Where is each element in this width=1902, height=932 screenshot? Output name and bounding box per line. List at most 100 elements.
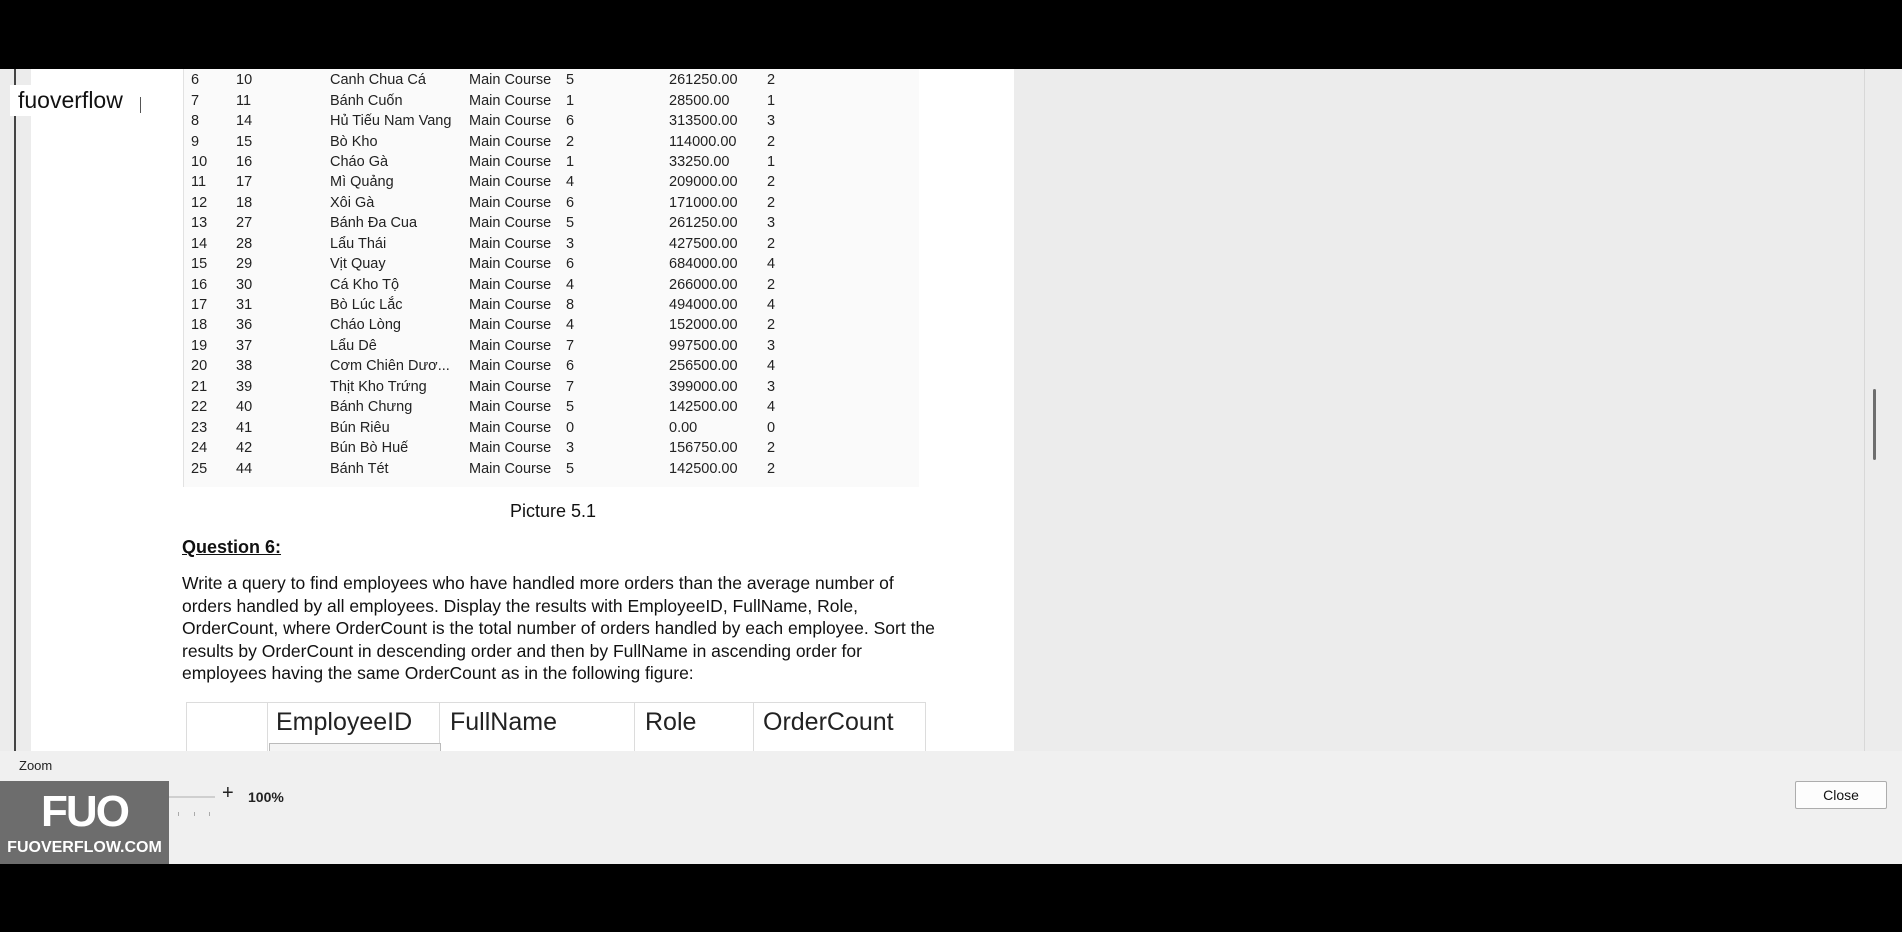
table-cell: 3 (566, 235, 575, 252)
table-cell: 2 (767, 133, 776, 150)
table-cell: 19 (191, 337, 208, 354)
table-cell: 7 (566, 337, 575, 354)
table-cell: Main Course (469, 419, 552, 436)
table-row: 11 17 Mì Quảng Main Course 4 209000.00 2 (183, 172, 917, 192)
table-cell: 1 (566, 92, 575, 109)
table-row: 12 18 Xôi Gà Main Course 6 171000.00 2 (183, 193, 917, 213)
zoom-label: Zoom (19, 758, 53, 773)
table-cell: Main Course (469, 256, 552, 273)
table-cell: 27 (236, 215, 253, 232)
table-cell: 17 (236, 174, 253, 191)
table-cell: Cá Kho Tộ (330, 276, 400, 293)
table-cell: 9 (191, 133, 200, 150)
table-cell: 11 (236, 92, 252, 109)
header-employeeid: EmployeeID (276, 708, 413, 736)
table-cell: 31 (236, 297, 253, 314)
table-cell: 5 (566, 460, 575, 477)
close-button[interactable]: Close (1795, 781, 1887, 809)
table-cell: 4 (566, 276, 575, 293)
column-divider (634, 703, 635, 751)
table-cell: Bún Bò Huế (330, 440, 409, 457)
table-cell: 4 (767, 358, 776, 375)
table-cell: Xôi Gà (330, 194, 375, 211)
table-cell: 2 (767, 440, 776, 457)
table-cell: Thịt Kho Trứng (330, 378, 427, 395)
table-cell: 5 (566, 399, 575, 416)
employee-table-preview: EmployeeID FullName Role OrderCount (186, 702, 926, 751)
table-cell: 3 (767, 337, 776, 354)
table-row: 7 11 Bánh Cuốn Main Course 1 28500.00 1 (183, 90, 917, 110)
table-row: 17 31 Bò Lúc Lắc Main Course 8 494000.00 4 (183, 295, 917, 315)
table-cell: 40 (236, 399, 253, 416)
table-cell: Main Course (469, 92, 552, 109)
table-cell: Main Course (469, 358, 552, 375)
table-cell: Main Course (469, 378, 552, 395)
table-cell: 30 (236, 276, 253, 293)
table-row: 10 16 Cháo Gà Main Course 1 33250.00 1 (183, 152, 917, 172)
table-cell: 399000.00 (669, 378, 738, 395)
table-cell: 38 (236, 358, 253, 375)
document-page: 6 10 Canh Chua Cá Main Course 5 261250.00 2 7 11… (31, 69, 1014, 751)
table-cell: Bún Riêu (330, 419, 390, 436)
text-caret (140, 97, 141, 113)
table-cell: 23 (191, 419, 208, 436)
table-cell: 8 (566, 297, 575, 314)
table-cell: 25 (191, 460, 208, 477)
table-cell: 114000.00 (669, 133, 737, 150)
image-viewport[interactable]: 6 10 Canh Chua Cá Main Course 5 261250.00 2 7 11… (0, 69, 1902, 751)
table-cell: 14 (236, 113, 253, 130)
table-cell: 33250.00 (669, 153, 730, 170)
table-row: 20 38 Cơm Chiên Dươ... Main Course 6 256500.0… (183, 356, 917, 376)
watermark-label: fuoverflow (10, 85, 131, 116)
table-cell: 1 (767, 153, 776, 170)
table-cell: Hủ Tiếu Nam Vang (330, 113, 452, 130)
table-cell: Main Course (469, 460, 552, 477)
table-cell: 17 (191, 297, 208, 314)
table-cell: 266000.00 (669, 276, 738, 293)
table-cell: 2 (767, 235, 776, 252)
table-cell: 313500.00 (669, 113, 738, 130)
header-fullname: FullName (450, 708, 557, 736)
table-cell: 4 (566, 174, 575, 191)
table-cell: Lẩu Thái (330, 235, 387, 252)
table-cell: Main Course (469, 297, 552, 314)
table-cell: Main Course (469, 153, 552, 170)
zoom-in-button[interactable]: + (222, 782, 234, 805)
table-cell: 24 (191, 440, 208, 457)
table-cell: Canh Chua Cá (330, 72, 426, 89)
table-cell: 0 (566, 419, 575, 436)
column-divider (753, 703, 754, 751)
table-cell: 684000.00 (669, 256, 738, 273)
table-cell: Main Course (469, 440, 552, 457)
table-cell: 18 (236, 194, 253, 211)
table-cell: Main Course (469, 133, 552, 150)
table-cell: 39 (236, 378, 253, 395)
table-cell: 8 (191, 113, 200, 130)
slider-tick (178, 812, 179, 816)
table-cell: Bánh Chưng (330, 399, 413, 416)
table-cell: 28500.00 (669, 92, 730, 109)
table-cell: 5 (566, 215, 575, 232)
table-cell: Vịt Quay (330, 256, 386, 273)
table-cell: Main Course (469, 276, 552, 293)
table-cell: 494000.00 (669, 297, 738, 314)
table-cell: 2 (767, 194, 776, 211)
table-cell: 18 (191, 317, 208, 334)
logo-mark: FUO (41, 787, 130, 836)
table-cell: Lẩu Dê (330, 337, 377, 354)
table-cell: 16 (191, 276, 208, 293)
table-cell: 142500.00 (669, 399, 738, 416)
table-cell: Bò Kho (330, 133, 378, 150)
table-cell: Main Course (469, 113, 552, 130)
vertical-scrollbar-thumb[interactable] (1873, 389, 1876, 460)
table-cell: Main Course (469, 72, 552, 89)
slider-tick (194, 812, 195, 816)
table-cell: 256500.00 (669, 358, 738, 375)
table-cell: 2 (767, 317, 776, 334)
table-cell: 28 (236, 235, 253, 252)
table-row: 6 10 Canh Chua Cá Main Course 5 261250.00 2 (183, 70, 917, 90)
table-cell: 16 (236, 153, 253, 170)
table-cell: Bò Lúc Lắc (330, 297, 403, 314)
table-cell: Main Course (469, 399, 552, 416)
table-cell: Bánh Tét (330, 460, 389, 477)
